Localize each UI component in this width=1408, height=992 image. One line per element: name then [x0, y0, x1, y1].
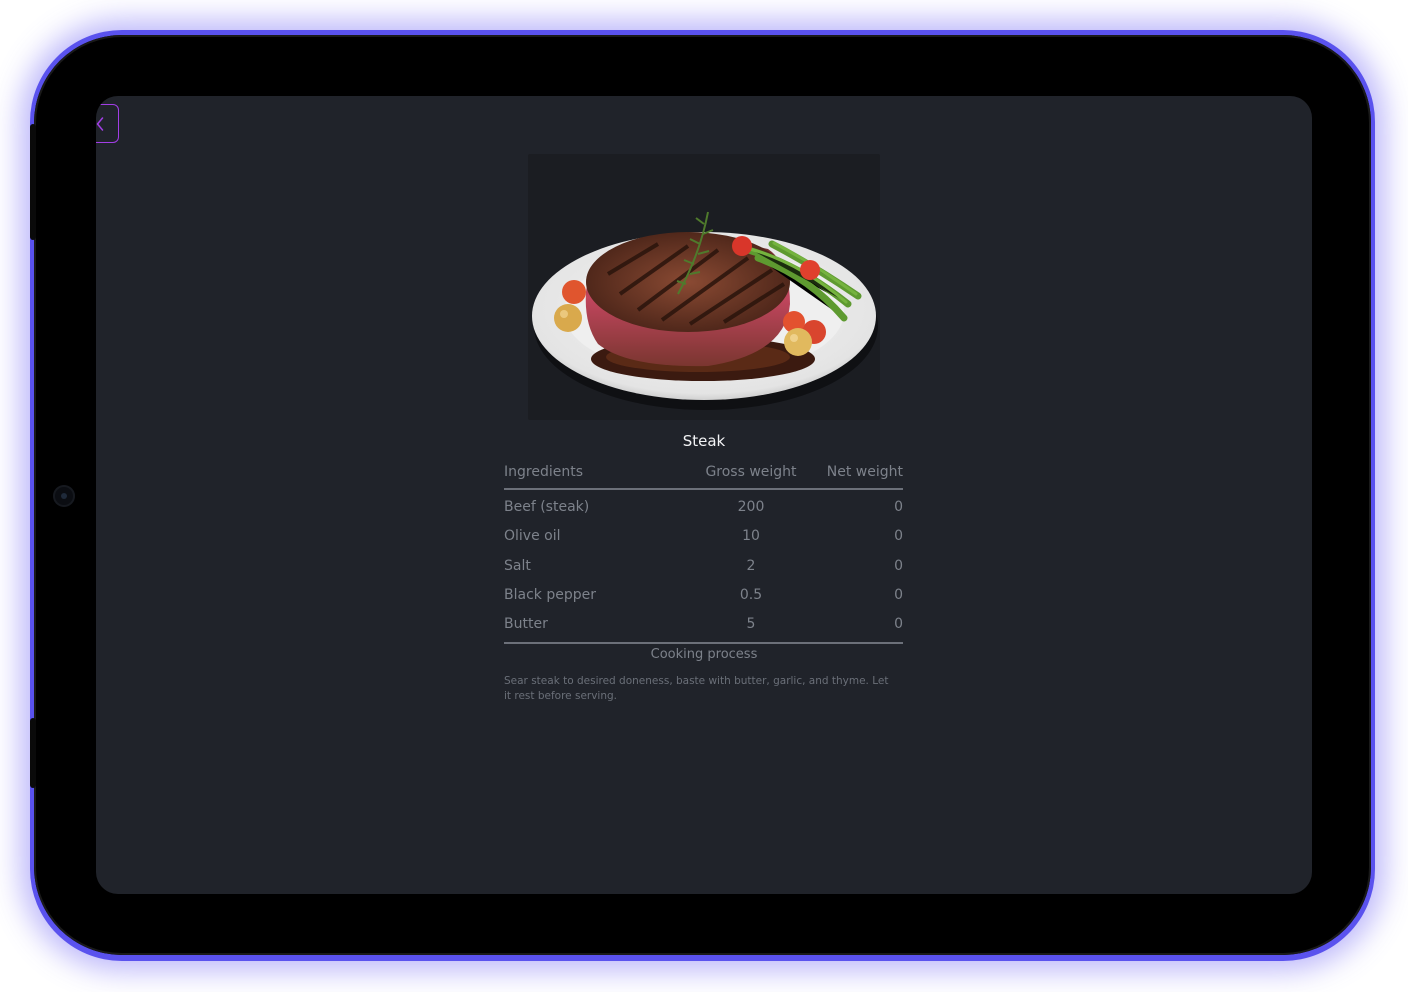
table-row: Black pepper 0.5 0	[504, 584, 903, 613]
app-screen: Steak Ingredients Gross weight Net weigh…	[96, 96, 1312, 894]
table-row: Beef (steak) 200 0	[504, 496, 903, 525]
side-button	[30, 124, 36, 240]
gross-weight: 200	[737, 499, 765, 515]
ingredient-name: Black pepper	[504, 586, 596, 603]
dish-image	[528, 154, 880, 420]
table-divider	[504, 642, 903, 645]
gross-weight: 5	[746, 616, 756, 633]
net-weight: 0	[894, 499, 903, 515]
net-weight: 0	[894, 586, 903, 603]
dish-title: Steak	[682, 432, 726, 450]
gross-weight: 0.5	[739, 586, 763, 603]
ingredient-name: Butter	[504, 616, 548, 633]
table-body: Beef (steak) 200 0 Olive oil 10 0 Salt 2…	[504, 490, 903, 642]
ingredients-table: Ingredients Gross weight Net weight Beef…	[504, 461, 903, 645]
table-row: Butter 5 0	[504, 613, 903, 642]
ingredient-name: Olive oil	[504, 528, 561, 545]
gross-weight: 2	[746, 557, 756, 574]
header-ingredients: Ingredients	[504, 464, 583, 480]
header-gross-weight: Gross weight	[705, 464, 797, 480]
ingredient-name: Salt	[504, 557, 531, 574]
table-header: Ingredients Gross weight Net weight	[504, 461, 903, 490]
cooking-process-title: Cooking process	[650, 647, 758, 662]
ingredient-name: Beef (steak)	[504, 499, 590, 515]
gross-weight: 10	[742, 528, 760, 545]
header-net-weight: Net weight	[826, 464, 903, 480]
back-button[interactable]	[96, 104, 119, 143]
net-weight: 0	[894, 616, 903, 633]
net-weight: 0	[894, 528, 903, 545]
cooking-process-text: Sear steak to desired doneness, baste wi…	[504, 675, 889, 702]
table-row: Olive oil 10 0	[504, 525, 903, 554]
side-button	[30, 718, 36, 788]
front-camera	[53, 485, 75, 507]
chevron-left-icon	[96, 117, 104, 131]
net-weight: 0	[894, 557, 903, 574]
table-row: Salt 2 0	[504, 555, 903, 584]
